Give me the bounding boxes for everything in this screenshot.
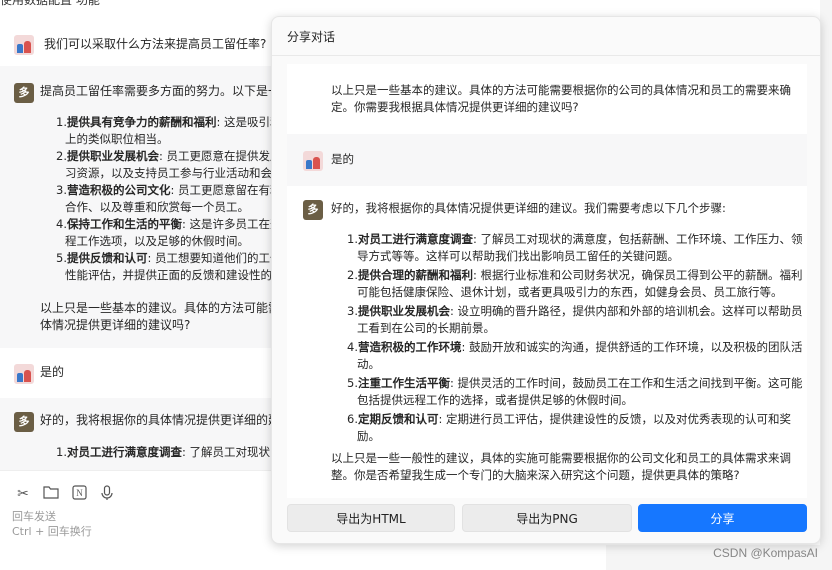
preview-user-text: 是的 xyxy=(331,152,354,166)
list-item: 1.提供具有竞争力的薪酬和福利: 这是吸引和 上的类似职位相当。 xyxy=(56,115,280,146)
list-item: 4.营造积极的工作环境: 鼓励开放和诚实的沟通，提供舒适的工作环境，以及积极的团… xyxy=(347,340,803,371)
preview-step-list: 1.对员工进行满意度调查: 了解员工对现状的满意度，包括薪酬、工作环境、工作压力… xyxy=(347,231,803,445)
chat-message-user: 是的 xyxy=(0,348,280,398)
export-html-button[interactable]: 导出为HTML xyxy=(287,504,455,532)
bot-outro-text: 以上只是一些基本的建议。具体的方法可能需要 体情况提供更详细的建议吗? xyxy=(40,301,280,332)
chat-top-cut-text: 使用数据配置 功能 xyxy=(0,0,100,7)
bot-avatar-icon: 多 xyxy=(303,200,323,220)
chat-message-bot: 多 好的，我将根据你的具体情况提供更详细的建议 1.对员工进行满意度调查: 了解… xyxy=(0,398,280,470)
bot-intro-text: 提高员工留任率需要多方面的努力。以下是一些 xyxy=(40,84,280,98)
list-item: 2.提供合理的薪酬和福利: 根据行业标准和公司财务状况，确保员工得到公平的薪酬。… xyxy=(347,268,803,299)
notion-icon[interactable]: N xyxy=(70,485,88,503)
chat-panel: 使用数据配置 功能 我们可以采取什么方法来提高员工留任率? 多 提高员工留任率需… xyxy=(0,0,280,570)
list-item: 1.对员工进行满意度调查: 了解员工对现状的 xyxy=(56,445,280,459)
bot-avatar-icon: 多 xyxy=(14,412,34,432)
preview-bot-message: 以上只是一些基本的建议。具体的方法可能需要根据你的公司的具体情况和员工的需要来确… xyxy=(287,64,807,134)
right-panel-edge xyxy=(820,0,832,570)
list-item: 2.提供职业发展机会: 员工更愿意在提供发展 习资源，以及支持员工参与行业活动和会… xyxy=(56,149,280,180)
bot-reply-text: 好的，我将根据你的具体情况提供更详细的建议 xyxy=(40,413,280,427)
share-button[interactable]: 分享 xyxy=(638,504,807,532)
user-avatar-icon xyxy=(14,364,34,384)
dialog-title: 分享对话 xyxy=(287,30,336,44)
list-item: 6.定期反馈和认可: 定期进行员工评估，提供建设性的反馈，以及对优秀表现的认可和… xyxy=(347,412,792,443)
watermark: CSDN @KompasAI xyxy=(713,546,818,560)
preview-bot-intro: 好的，我将根据你的具体情况提供更详细的建议。我们需要考虑以下几个步骤: xyxy=(331,201,726,215)
divider xyxy=(272,55,820,56)
scissors-icon[interactable]: ✂ xyxy=(14,485,32,503)
microphone-icon[interactable] xyxy=(98,485,116,503)
list-item: 5.提供反馈和认可: 员工想要知道他们的工作 性能评估，并提供正面的反馈和建设性的… xyxy=(56,251,280,282)
bottom-right-bar: CSDN @KompasAI xyxy=(606,545,832,570)
preview-user-message: 是的 xyxy=(287,134,807,186)
bot-list: 1.提供具有竞争力的薪酬和福利: 这是吸引和 上的类似职位相当。 2.提供职业发展… xyxy=(56,114,280,283)
list-item: 4.保持工作和生活的平衡: 这是许多员工在选 程工作选项，以及足够的休假时间。 xyxy=(56,217,280,248)
chat-message-user: 我们可以采取什么方法来提高员工留任率? xyxy=(0,24,280,66)
user-avatar-icon xyxy=(14,35,34,55)
newline-hint: Ctrl + 回车换行 xyxy=(12,525,92,538)
export-png-button[interactable]: 导出为PNG xyxy=(462,504,632,532)
list-item: 3.营造积极的公司文化: 员工更愿意留在有利 合作、以及尊重和欣赏每一个员工。 xyxy=(56,183,280,214)
send-hint: 回车发送 xyxy=(12,510,56,523)
user-avatar-icon xyxy=(303,151,323,171)
folder-icon[interactable] xyxy=(42,485,60,503)
bot-avatar-icon: 多 xyxy=(14,83,34,103)
list-item: 3.提供职业发展机会: 设立明确的晋升路径，提供内部和外部的培训机会。这样可以帮… xyxy=(347,304,803,335)
chat-input-area[interactable]: ✂ N 回车发送 Ctrl + 回车换行 xyxy=(0,470,280,570)
user-message-text: 是的 xyxy=(40,365,65,379)
preview-bot-outro: 以上只是一些一般性的建议，具体的实施可能需要根据你的公司文化和员工的具体需求来调… xyxy=(331,451,791,482)
list-item: 1.对员工进行满意度调查: 了解员工对现状的满意度，包括薪酬、工作环境、工作压力… xyxy=(347,232,803,263)
svg-text:N: N xyxy=(76,488,83,498)
chat-message-bot: 多 提高员工留任率需要多方面的努力。以下是一些 1.提供具有竞争力的薪酬和福利:… xyxy=(0,66,280,348)
user-message-text: 我们可以采取什么方法来提高员工留任率? xyxy=(44,37,267,51)
conversation-preview[interactable]: 以上只是一些基本的建议。具体的方法可能需要根据你的公司的具体情况和员工的需要来确… xyxy=(287,64,807,498)
preview-text: 以上只是一些基本的建议。具体的方法可能需要根据你的公司的具体情况和员工的需要来确… xyxy=(331,83,791,114)
list-item: 5.注重工作生活平衡: 提供灵活的工作时间，鼓励员工在工作和生活之间找到平衡。这… xyxy=(347,376,803,407)
share-dialog: 分享对话 以上只是一些基本的建议。具体的方法可能需要根据你的公司的具体情况和员工… xyxy=(271,16,821,544)
preview-bot-message: 多 好的，我将根据你的具体情况提供更详细的建议。我们需要考虑以下几个步骤: 1.… xyxy=(287,186,807,498)
